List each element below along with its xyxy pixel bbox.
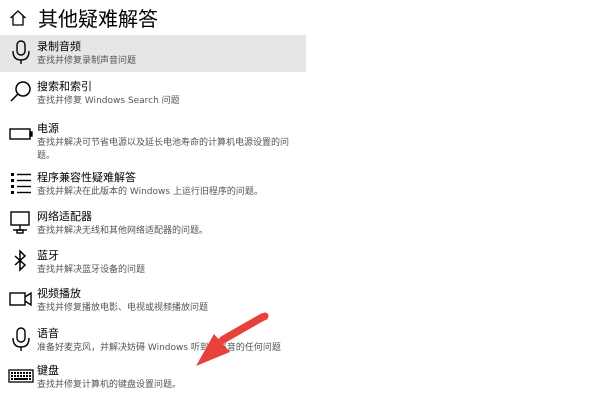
item-description: 查找并解决无线和其他网络适配器的问题。 <box>37 226 209 236</box>
troubleshooter-item-keyboard[interactable]: 键盘 查找并修复计算机的键盘设置问题。 <box>0 359 306 396</box>
item-description: 查找并解决在此版本的 Windows 上运行旧程序的问题。 <box>37 187 263 197</box>
video-camera-icon <box>8 286 34 312</box>
item-title: 程序兼容性疑难解答 <box>37 171 136 184</box>
bluetooth-icon <box>8 248 34 274</box>
troubleshooter-item-power[interactable]: 电源 查找并解决可节省电源以及延长电池寿命的计算机电源设置的问题。 <box>0 117 306 161</box>
keyboard-icon <box>8 363 34 389</box>
item-description: 查找并修复播放电影、电视或视频播放问题 <box>37 303 209 313</box>
item-description: 查找并修复计算机的键盘设置问题。 <box>37 380 182 390</box>
item-title: 语音 <box>37 327 59 340</box>
home-icon[interactable] <box>9 9 27 27</box>
item-title: 键盘 <box>37 364 59 377</box>
item-description: 查找并修复录制声音问题 <box>37 56 137 66</box>
item-title: 录制音频 <box>37 40 81 53</box>
microphone-icon <box>8 39 34 65</box>
item-title: 蓝牙 <box>37 249 59 262</box>
troubleshooter-item-record-audio[interactable]: 录制音频 查找并修复录制声音问题 <box>0 35 306 72</box>
network-adapter-icon <box>8 209 34 235</box>
troubleshooter-item-bluetooth[interactable]: 蓝牙 查找并解决蓝牙设备的问题 <box>0 244 306 281</box>
item-title: 网络适配器 <box>37 210 92 223</box>
troubleshooter-item-speech[interactable]: 语音 准备好麦克风，并解决妨碍 Windows 听到你声音的任何问题 <box>0 322 306 359</box>
item-title: 电源 <box>37 122 59 135</box>
item-description: 查找并解决可节省电源以及延长电池寿命的计算机电源设置的问题。 <box>37 138 290 161</box>
troubleshooter-item-network-adapter[interactable]: 网络适配器 查找并解决无线和其他网络适配器的问题。 <box>0 205 306 242</box>
microphone-icon <box>8 326 34 352</box>
item-description: 准备好麦克风，并解决妨碍 Windows 听到你声音的任何问题 <box>37 343 281 353</box>
search-icon <box>8 79 34 105</box>
program-list-icon <box>8 170 34 196</box>
item-description: 查找并解决蓝牙设备的问题 <box>37 265 146 275</box>
header: 其他疑难解答 <box>0 0 600 36</box>
item-title: 视频播放 <box>37 287 81 300</box>
troubleshooter-item-program-compatibility[interactable]: 程序兼容性疑难解答 查找并解决在此版本的 Windows 上运行旧程序的问题。 <box>0 166 306 203</box>
troubleshooter-item-video-playback[interactable]: 视频播放 查找并修复播放电影、电视或视频播放问题 <box>0 282 306 319</box>
battery-icon <box>8 121 34 147</box>
page-title: 其他疑难解答 <box>38 7 158 31</box>
item-title: 搜索和索引 <box>37 80 92 93</box>
troubleshooter-item-search-indexing[interactable]: 搜索和索引 查找并修复 Windows Search 问题 <box>0 75 306 112</box>
item-description: 查找并修复 Windows Search 问题 <box>37 96 180 106</box>
